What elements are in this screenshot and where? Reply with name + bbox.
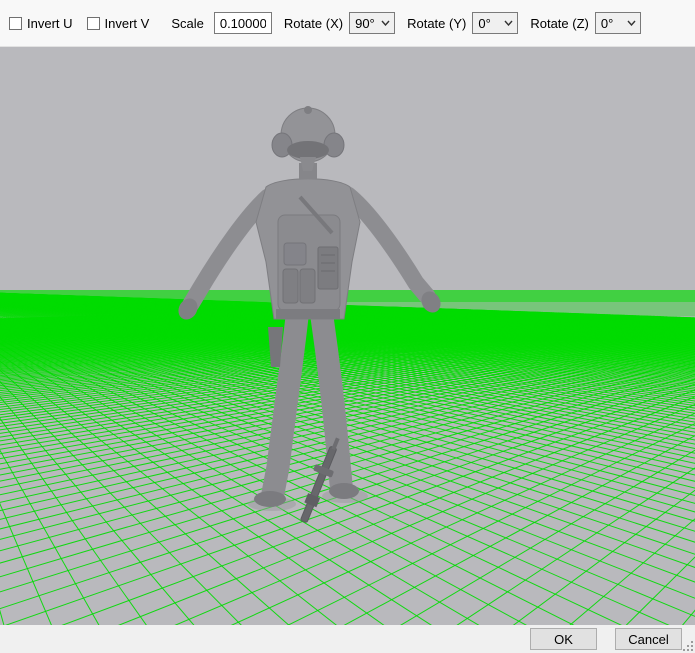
invert-v-label: Invert V — [104, 15, 150, 31]
chevron-down-icon — [627, 20, 636, 26]
radio-panel — [317, 246, 339, 290]
chest-pouch — [283, 242, 307, 266]
visor — [287, 141, 329, 159]
import-preview-dialog: { "toolbar": { "invert_u": { "label": "I… — [0, 0, 695, 653]
rotate-x-dropdown[interactable]: 90° — [349, 12, 396, 34]
resize-grip[interactable] — [683, 641, 694, 652]
ok-button[interactable]: OK — [530, 628, 597, 650]
dialog-footer: OK Cancel — [0, 625, 695, 653]
chevron-down-icon — [381, 20, 390, 26]
rotate-y-value: 0° — [478, 15, 491, 31]
cancel-button[interactable]: Cancel — [615, 628, 682, 650]
right-arm — [339, 186, 436, 305]
rotate-z-value: 0° — [600, 15, 614, 31]
rotate-z-dropdown[interactable]: 0° — [594, 12, 641, 34]
left-arm — [182, 188, 277, 313]
scale-input[interactable] — [213, 12, 272, 34]
rotate-z-label: Rotate (Z) — [530, 15, 589, 31]
left-boot — [254, 491, 286, 507]
character-model — [178, 106, 441, 523]
belt — [276, 309, 340, 319]
vest-pouch — [299, 268, 316, 304]
vest-pouch — [282, 268, 299, 304]
invert-u-label: Invert U — [27, 15, 73, 31]
scale-label: Scale — [171, 15, 204, 31]
invert-u-checkbox[interactable] — [9, 16, 22, 30]
invert-u-checkbox-group[interactable]: Invert U — [9, 16, 73, 31]
rotate-x-label: Rotate (X) — [283, 15, 344, 31]
chevron-down-icon — [504, 20, 513, 26]
rotate-y-dropdown[interactable]: 0° — [472, 12, 519, 34]
model-viewport[interactable] — [0, 47, 695, 625]
invert-v-checkbox-group[interactable]: Invert V — [86, 15, 150, 31]
rotate-x-value: 90° — [355, 15, 375, 31]
invert-v-checkbox[interactable] — [86, 16, 100, 30]
right-boot — [329, 483, 359, 499]
helmet-mount — [304, 106, 312, 114]
rotate-y-label: Rotate (Y) — [407, 15, 467, 31]
toolbar: Invert U Invert V Scale Rotate (X) 90° R… — [0, 0, 695, 47]
